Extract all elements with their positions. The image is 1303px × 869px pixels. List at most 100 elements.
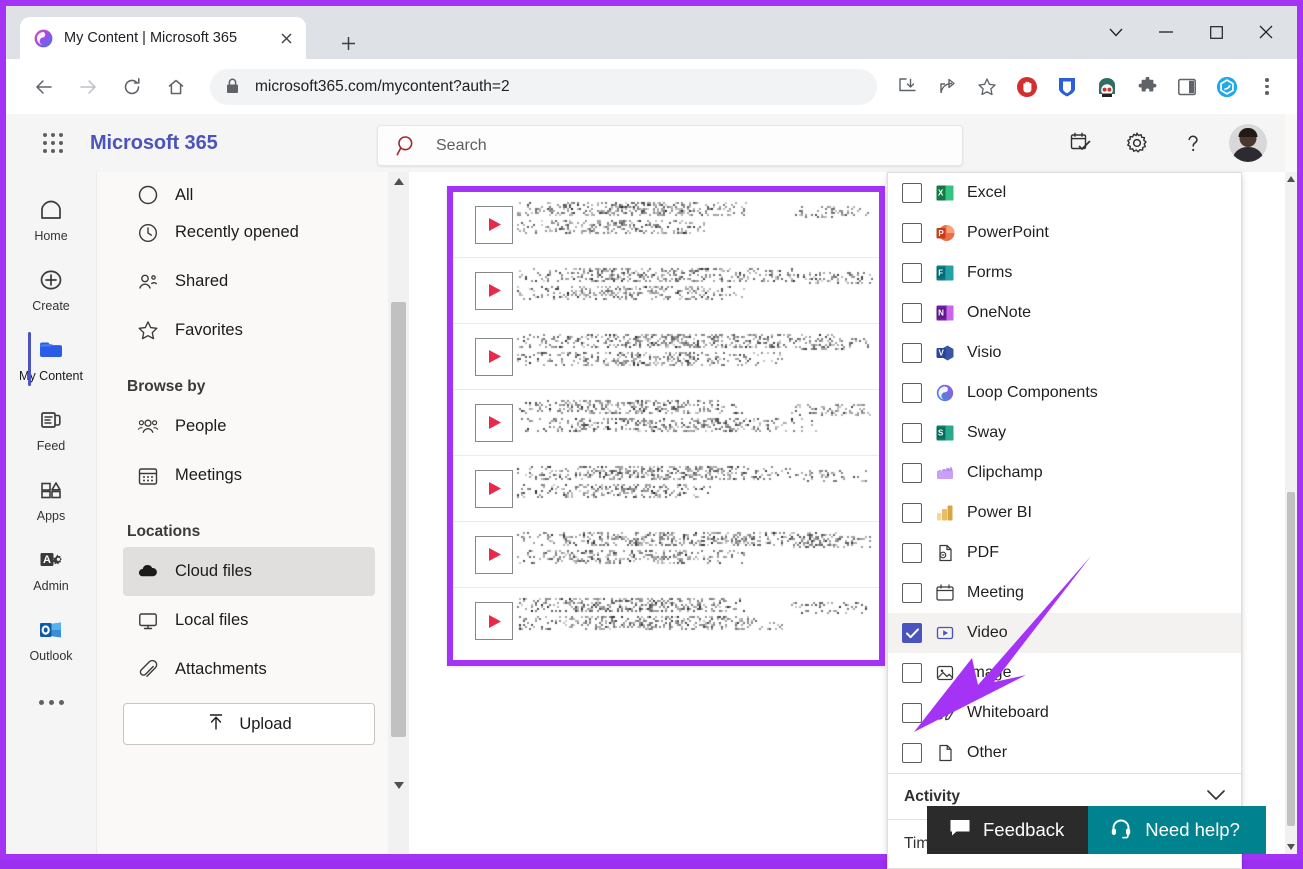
filter-row-meeting[interactable]: Meeting (888, 573, 1241, 613)
filter-row-onenote[interactable]: N OneNote (888, 293, 1241, 333)
checkbox[interactable] (902, 743, 922, 763)
help-question-icon[interactable] (1165, 114, 1221, 172)
rail-item-my-content[interactable]: My Content (6, 324, 96, 394)
avatar-extension-icon[interactable] (1087, 69, 1127, 105)
install-icon[interactable] (887, 69, 927, 105)
need-help-button[interactable]: Need help? (1088, 806, 1266, 854)
feedback-button[interactable]: Feedback (927, 806, 1088, 854)
checkbox[interactable] (902, 343, 922, 363)
filter-row-powerpoint[interactable]: P PowerPoint (888, 213, 1241, 253)
rail-item-home[interactable]: Home (6, 184, 96, 254)
browser-toolbar: microsoft365.com/mycontent?auth=2 (6, 59, 1297, 114)
browser-tab[interactable]: My Content | Microsoft 365 (20, 17, 306, 59)
bookmark-star-icon[interactable] (967, 69, 1007, 105)
address-bar[interactable]: microsoft365.com/mycontent?auth=2 (210, 69, 877, 105)
chevron-down-icon[interactable] (1091, 14, 1141, 50)
rail-item-outlook[interactable]: Outlook (6, 604, 96, 674)
checkbox[interactable] (902, 303, 922, 323)
minimize-icon[interactable] (1141, 14, 1191, 50)
filter-row-power-bi[interactable]: Power BI (888, 493, 1241, 533)
upload-button[interactable]: Upload (123, 703, 375, 745)
table-row[interactable] (453, 324, 879, 390)
table-row[interactable] (453, 390, 879, 456)
new-tab-button[interactable] (333, 28, 363, 58)
filter-row-other[interactable]: Other (888, 733, 1241, 773)
checkbox[interactable] (902, 463, 922, 483)
microsoft365-icon (34, 29, 53, 48)
chevron-down-icon[interactable] (1207, 788, 1225, 806)
page-scrollbar-thumb[interactable] (1287, 492, 1295, 826)
extensions-puzzle-icon[interactable] (1127, 69, 1167, 105)
settings-gear-icon[interactable] (1109, 114, 1165, 172)
checkbox[interactable] (902, 583, 922, 603)
filter-row-visio[interactable]: V Visio (888, 333, 1241, 373)
password-manager-extension-icon[interactable] (1047, 69, 1087, 105)
nav-panel-scrollbar[interactable] (388, 172, 409, 854)
maximize-icon[interactable] (1191, 14, 1241, 50)
reload-button[interactable] (112, 67, 152, 107)
adblock-extension-icon[interactable] (1007, 69, 1047, 105)
filter-row-clipchamp[interactable]: Clipchamp (888, 453, 1241, 493)
nav-item-people[interactable]: People (123, 402, 375, 451)
more-ellipsis-icon[interactable] (6, 674, 96, 730)
filter-row-pdf[interactable]: PDF (888, 533, 1241, 573)
checkbox[interactable] (902, 183, 922, 203)
nav-item-cloud-files[interactable]: Cloud files (123, 547, 375, 596)
nav-item-local-files[interactable]: Local files (123, 596, 375, 645)
brand-title[interactable]: Microsoft 365 (90, 132, 218, 155)
checkbox[interactable] (902, 543, 922, 563)
table-row[interactable] (453, 588, 879, 654)
checkbox[interactable] (902, 503, 922, 523)
home-button[interactable] (156, 67, 196, 107)
nav-item-favorites[interactable]: Favorites (123, 306, 375, 355)
filter-row-image[interactable]: Image (888, 653, 1241, 693)
scroll-down-arrow-icon[interactable] (1285, 840, 1297, 854)
profile-sync-icon[interactable] (1207, 69, 1247, 105)
scroll-down-arrow-icon[interactable] (388, 776, 409, 794)
rail-item-apps[interactable]: Apps (6, 464, 96, 534)
avatar[interactable] (1229, 124, 1267, 162)
search-input[interactable]: Search (377, 125, 963, 166)
table-row[interactable] (453, 456, 879, 522)
filter-row-whiteboard[interactable]: Whiteboard (888, 693, 1241, 733)
scroll-up-arrow-icon[interactable] (1285, 172, 1297, 186)
close-icon[interactable] (274, 26, 298, 50)
filter-row-excel[interactable]: X Excel (888, 173, 1241, 213)
filter-label: Image (967, 664, 1011, 682)
filter-row-loop-components[interactable]: Loop Components (888, 373, 1241, 413)
filter-row-forms[interactable]: F Forms (888, 253, 1241, 293)
filter-row-sway[interactable]: S Sway (888, 413, 1241, 453)
nav-item-all-partial[interactable]: All (123, 182, 375, 208)
checkbox[interactable] (902, 223, 922, 243)
rail-item-admin[interactable]: A Admin (6, 534, 96, 604)
feedback-label: Feedback (983, 819, 1064, 841)
tasks-icon[interactable] (1053, 114, 1109, 172)
table-row[interactable] (453, 192, 879, 258)
scroll-up-arrow-icon[interactable] (388, 172, 409, 190)
side-panel-icon[interactable] (1167, 69, 1207, 105)
chrome-menu-icon[interactable] (1247, 69, 1287, 105)
table-row[interactable] (453, 522, 879, 588)
scrollbar-thumb[interactable] (391, 302, 406, 737)
nav-item-meetings[interactable]: Meetings (123, 451, 375, 500)
app-launcher-icon[interactable] (30, 133, 76, 153)
filter-row-video[interactable]: Video (888, 613, 1241, 653)
share-icon[interactable] (927, 69, 967, 105)
rail-item-create[interactable]: Create (6, 254, 96, 324)
page-scrollbar[interactable] (1285, 172, 1297, 854)
nav-item-recently-opened[interactable]: Recently opened (123, 208, 375, 257)
checkbox[interactable] (902, 263, 922, 283)
redacted-text (513, 456, 873, 521)
forward-button[interactable] (68, 67, 108, 107)
checkbox[interactable] (902, 423, 922, 443)
back-button[interactable] (24, 67, 64, 107)
checkbox[interactable] (902, 703, 922, 723)
window-close-icon[interactable] (1241, 14, 1291, 50)
rail-item-feed[interactable]: Feed (6, 394, 96, 464)
table-row[interactable] (453, 258, 879, 324)
checkbox[interactable] (902, 383, 922, 403)
nav-item-attachments[interactable]: Attachments (123, 645, 375, 694)
checkbox[interactable] (902, 663, 922, 683)
checkbox[interactable] (902, 623, 922, 643)
nav-item-shared[interactable]: Shared (123, 257, 375, 306)
